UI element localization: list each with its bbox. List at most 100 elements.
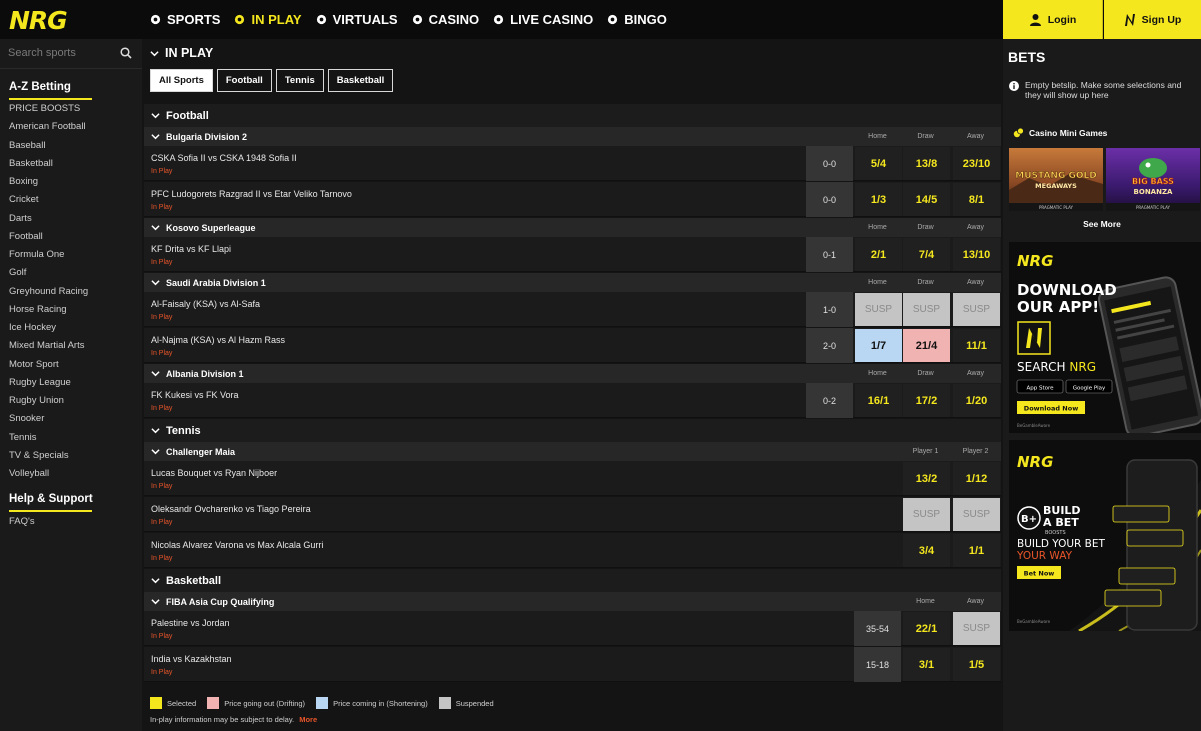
faq-link[interactable]: FAQ's xyxy=(9,516,35,527)
promo-logo: NRG xyxy=(1017,453,1053,471)
odds-button[interactable]: 1/12 xyxy=(953,462,1000,495)
odds-button[interactable]: 8/1 xyxy=(953,183,1000,216)
match-teams[interactable]: KF Drita vs KF Llapi xyxy=(151,244,231,254)
build-a-bet-banner[interactable]: NRG B+ BUILD A BET BOOSTS BUILD YOUR BET… xyxy=(1009,440,1201,631)
game-tile-big-bass[interactable]: BIG BASS BONANZA PRAGMATIC PLAY xyxy=(1106,148,1200,211)
sidebar-item[interactable]: Cricket xyxy=(9,191,88,209)
sport-header[interactable]: Tennis xyxy=(144,419,1001,442)
match-teams[interactable]: CSKA Sofia II vs CSKA 1948 Sofia II xyxy=(151,153,297,163)
signup-button[interactable]: Sign Up xyxy=(1104,0,1201,39)
league-header[interactable]: Saudi Arabia Division 1 Home Draw Away xyxy=(144,273,1001,292)
match-teams[interactable]: Nicolas Alvarez Varona vs Max Alcala Gur… xyxy=(151,540,323,550)
odds-button[interactable]: 22/1 xyxy=(903,612,950,645)
login-button[interactable]: Login xyxy=(1003,0,1103,39)
legend-item: Selected xyxy=(150,697,196,709)
in-play-title: IN PLAY xyxy=(165,46,214,60)
odds-column-label: Draw xyxy=(917,133,934,140)
odds-button[interactable]: 1/1 xyxy=(953,534,1000,567)
sidebar-item[interactable]: Snooker xyxy=(9,410,88,428)
odds-button[interactable]: 3/4 xyxy=(903,534,950,567)
nav-casino[interactable]: CASINO xyxy=(412,12,479,27)
sidebar-item[interactable]: TV & Specials xyxy=(9,447,88,465)
sport-name: Football xyxy=(166,109,209,122)
nav-bingo[interactable]: BINGO xyxy=(607,12,667,27)
odds-button[interactable]: 13/10 xyxy=(953,238,1000,271)
odds-button[interactable]: 11/1 xyxy=(953,329,1000,362)
chevron-down-icon xyxy=(150,50,159,56)
sidebar-item[interactable]: Rugby Union xyxy=(9,392,88,410)
filter-tennis[interactable]: Tennis xyxy=(275,69,324,92)
odds-button[interactable]: 14/5 xyxy=(903,183,950,216)
odds-button[interactable]: 1/7 xyxy=(855,329,902,362)
odds-button[interactable]: 2/1 xyxy=(855,238,902,271)
odds-button[interactable]: 7/4 xyxy=(903,238,950,271)
download-app-banner[interactable]: NRG DOWNLOAD OUR APP! SEARCH NRG App Sto… xyxy=(1009,242,1201,433)
sport-header[interactable]: Basketball xyxy=(144,569,1001,592)
match-teams[interactable]: PFC Ludogorets Razgrad II vs Etar Veliko… xyxy=(151,189,352,199)
filter-all-sports[interactable]: All Sports xyxy=(150,69,213,92)
sidebar-item[interactable]: Golf xyxy=(9,264,88,282)
sidebar-item[interactable]: Boxing xyxy=(9,173,88,191)
match-teams[interactable]: Al-Faisaly (KSA) vs Al-Safa xyxy=(151,299,260,309)
match-teams[interactable]: FK Kukesi vs FK Vora xyxy=(151,390,239,400)
odds-button[interactable]: 5/4 xyxy=(855,147,902,180)
in-play-heading[interactable]: IN PLAY xyxy=(150,46,213,60)
odds-button[interactable]: 3/1 xyxy=(903,648,950,681)
odds-button[interactable]: 21/4 xyxy=(903,329,950,362)
match-teams[interactable]: Oleksandr Ovcharenko vs Tiago Pereira xyxy=(151,504,311,514)
league-header[interactable]: FIBA Asia Cup Qualifying Home Away xyxy=(144,592,1001,611)
nav-virtuals[interactable]: VIRTUALS xyxy=(316,12,398,27)
filter-basketball[interactable]: Basketball xyxy=(327,69,394,92)
odds-button[interactable]: 13/2 xyxy=(903,462,950,495)
sidebar-item[interactable]: Tennis xyxy=(9,429,88,447)
odds-button[interactable]: 17/2 xyxy=(903,384,950,417)
search-input[interactable]: Search sports xyxy=(8,47,76,59)
sidebar-item[interactable]: Darts xyxy=(9,210,88,228)
league-header[interactable]: Challenger Maia Player 1 Player 2 xyxy=(144,442,1001,461)
filter-football[interactable]: Football xyxy=(216,69,272,92)
league-header[interactable]: Kosovo Superleague Home Draw Away xyxy=(144,218,1001,237)
sport-header[interactable]: Football xyxy=(144,104,1001,127)
odds-button[interactable]: 13/8 xyxy=(903,147,950,180)
match-teams[interactable]: Palestine vs Jordan xyxy=(151,618,230,628)
sidebar-item[interactable]: Rugby League xyxy=(9,374,88,392)
legend-label: Selected xyxy=(167,698,197,708)
match-row: Al-Najma (KSA) vs Al Hazm Rass In Play 2-0… xyxy=(144,328,1001,363)
nav-in-play[interactable]: IN PLAY xyxy=(234,12,302,27)
match-teams[interactable]: India vs Kazakhstan xyxy=(151,654,232,664)
sidebar-item[interactable]: Volleyball xyxy=(9,465,88,483)
promo-logo: NRG xyxy=(1017,252,1053,270)
odds-column-label: Away xyxy=(967,133,984,140)
game-tile-mustang-gold[interactable]: MUSTANG GOLD MEGAWAYS PRAGMATIC PLAY xyxy=(1009,148,1103,211)
odds-button[interactable]: 16/1 xyxy=(855,384,902,417)
search-icon[interactable] xyxy=(120,47,132,59)
match-teams[interactable]: Lucas Bouquet vs Ryan Nijboer xyxy=(151,468,277,478)
more-link[interactable]: More xyxy=(299,715,317,724)
nrg-logo[interactable]: NRG xyxy=(9,6,68,35)
odds-button[interactable]: 1/3 xyxy=(855,183,902,216)
sidebar-item[interactable]: Basketball xyxy=(9,155,88,173)
sidebar-item[interactable]: PRICE BOOSTS xyxy=(9,100,88,118)
nav-sports[interactable]: SPORTS xyxy=(150,12,220,27)
nav-live-casino[interactable]: LIVE CASINO xyxy=(493,12,593,27)
see-more-link[interactable]: See More xyxy=(1003,219,1201,229)
league-header[interactable]: Bulgaria Division 2 Home Draw Away xyxy=(144,127,1001,146)
match-teams[interactable]: Al-Najma (KSA) vs Al Hazm Rass xyxy=(151,335,285,345)
league-header[interactable]: Albania Division 1 Home Draw Away xyxy=(144,364,1001,383)
odds-legend: Selected Price going out (Drifting) Price … xyxy=(150,697,505,709)
odds-button[interactable]: 1/5 xyxy=(953,648,1000,681)
sidebar-item[interactable]: Ice Hockey xyxy=(9,319,88,337)
sidebar-item[interactable]: Formula One xyxy=(9,246,88,264)
odds-button[interactable]: 1/20 xyxy=(953,384,1000,417)
sidebar-item[interactable]: Baseball xyxy=(9,137,88,155)
search-box[interactable]: Search sports xyxy=(0,39,142,69)
sidebar-item[interactable]: Motor Sport xyxy=(9,356,88,374)
sidebar-item[interactable]: Horse Racing xyxy=(9,301,88,319)
odds-button[interactable]: 23/10 xyxy=(953,147,1000,180)
sidebar-item[interactable]: American Football xyxy=(9,118,88,136)
sidebar-item[interactable]: Mixed Martial Arts xyxy=(9,337,88,355)
sidebar-item[interactable]: Football xyxy=(9,228,88,246)
game-title-line2: BONANZA xyxy=(1134,188,1173,196)
match-row: FK Kukesi vs FK Vora In Play 0-2 16/1 17/2 1/… xyxy=(144,383,1001,418)
sidebar-item[interactable]: Greyhound Racing xyxy=(9,283,88,301)
